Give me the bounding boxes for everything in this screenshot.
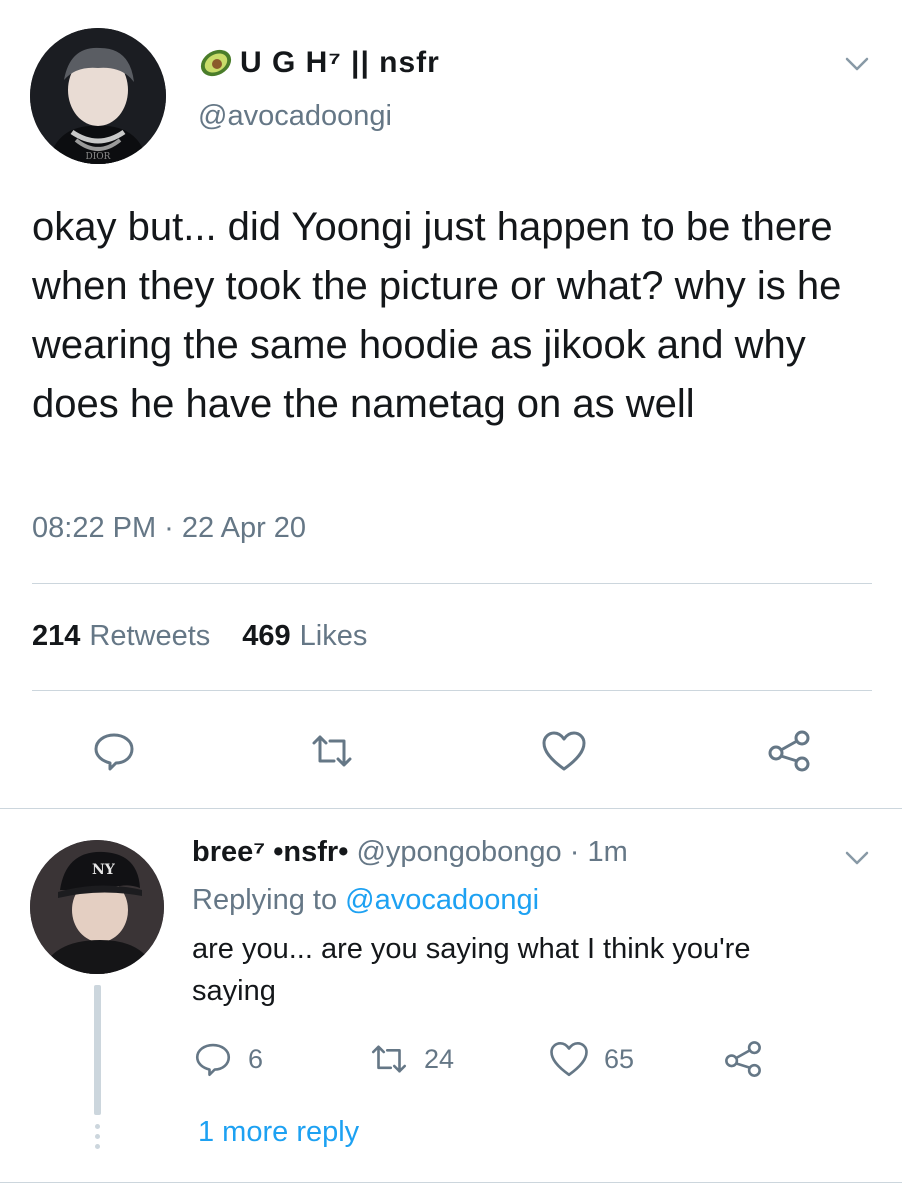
retweet-icon [312,735,352,767]
reply-count: 6 [248,1043,264,1074]
svg-text:DIOR: DIOR [86,152,111,162]
reply-icon [195,1043,231,1077]
share-button[interactable] [722,1038,764,1080]
chevron-down-icon[interactable] [842,846,872,870]
avatar[interactable]: DIOR [30,28,166,164]
thread-line [94,985,101,1115]
tweet-stats: 214 Retweets 469 Likes [32,620,367,653]
retweet-button[interactable] [308,727,356,775]
thread-dot [95,1124,100,1129]
share-button[interactable] [765,727,813,775]
divider [0,808,902,809]
reply-time: · 1m [569,836,628,868]
share-icon [768,730,810,772]
divider [32,583,872,584]
chevron-down-icon[interactable] [842,52,872,76]
like-stat[interactable]: 469 Likes [242,620,367,653]
avatar-image: DIOR [30,28,166,164]
handle[interactable]: @avocadoongi [198,100,392,133]
avatar[interactable]: NY [30,840,164,974]
avatar-image: NY [30,840,164,974]
replying-to-handle[interactable]: @avocadoongi [345,884,539,916]
reply-header: bree⁷ •nsfr• @ypongobongo · 1m [192,836,628,869]
reply-button[interactable] [90,727,138,775]
display-name-text: U G H⁷ || nsfr [240,46,440,79]
thread-dot [95,1144,100,1149]
reply-display-name[interactable]: bree⁷ •nsfr• [192,836,348,868]
tweet-text: okay but... did Yoongi just happen to be… [32,205,842,426]
reply-icon [94,733,134,771]
svg-text:NY: NY [92,862,116,878]
share-icon [725,1041,761,1077]
avocado-icon [200,49,232,77]
reply-text: are you... are you saying what I think y… [192,933,751,1007]
tweet-timestamp[interactable]: 08:22 PM · 22 Apr 20 [32,512,306,545]
reply-button[interactable]: 6 [192,1038,263,1080]
replying-to: Replying to @avocadoongi [192,884,540,916]
like-icon [542,731,586,771]
retweet-icon [371,1045,407,1073]
retweet-count: 24 [424,1043,455,1074]
reply-handle[interactable]: @ypongobongo [356,836,561,868]
divider [32,690,872,691]
divider [0,1182,902,1183]
retweet-stat[interactable]: 214 Retweets [32,620,210,653]
more-replies-link[interactable]: 1 more reply [198,1116,359,1149]
retweet-button[interactable]: 24 [368,1038,454,1080]
display-name[interactable]: U G H⁷ || nsfr [198,46,440,80]
like-icon [550,1041,588,1077]
thread-dot [95,1134,100,1139]
like-button[interactable]: 65 [548,1038,634,1080]
like-count: 65 [604,1043,635,1074]
like-button[interactable] [540,727,588,775]
